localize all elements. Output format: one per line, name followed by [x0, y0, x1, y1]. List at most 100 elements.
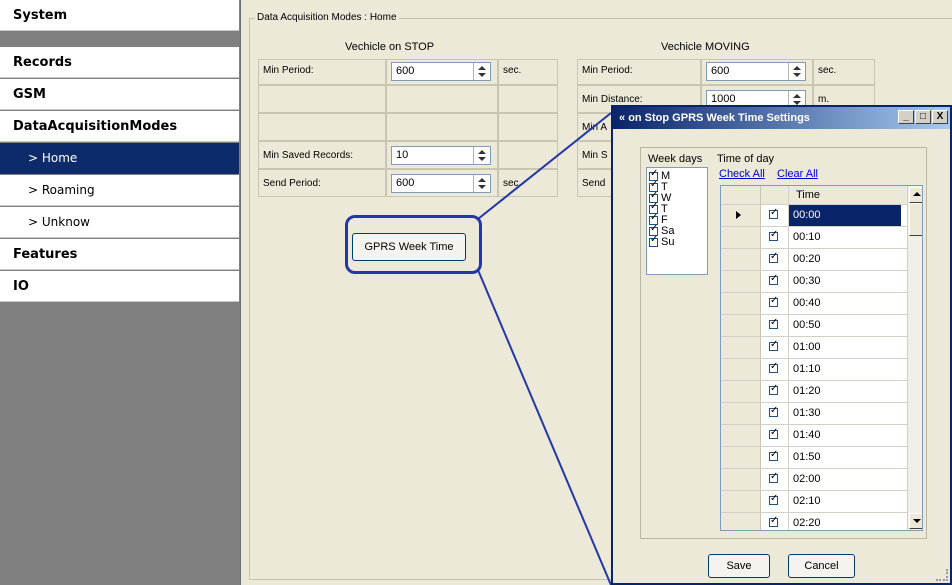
time-checkbox-cell[interactable] [761, 205, 789, 226]
time-checkbox-cell[interactable] [761, 469, 789, 490]
checkbox-icon[interactable] [769, 427, 778, 439]
row-header-cell[interactable] [721, 447, 761, 468]
checkbox-icon[interactable] [769, 295, 778, 307]
row-header-cell[interactable] [721, 381, 761, 402]
dialog-title: on Stop GPRS Week Time Settings [628, 112, 810, 124]
time-row[interactable]: 00:30 [721, 271, 907, 293]
time-row[interactable]: 00:50 [721, 315, 907, 337]
time-value: 02:00 [793, 473, 821, 485]
checkbox-icon[interactable] [769, 493, 778, 505]
week-days-list: M T W T F Sa Su [646, 167, 708, 275]
time-value: 01:40 [793, 429, 821, 441]
time-row[interactable]: 02:20 [721, 513, 907, 530]
checkbox-icon[interactable] [769, 251, 778, 263]
time-checkbox-cell[interactable] [761, 293, 789, 314]
checkbox-icon[interactable] [769, 471, 778, 483]
row-header-cell[interactable] [721, 337, 761, 358]
scroll-up-icon[interactable] [909, 187, 922, 203]
callout-line-bottom [477, 269, 612, 585]
time-checkbox-cell[interactable] [761, 513, 789, 530]
checkbox-icon[interactable] [769, 405, 778, 417]
resize-grip-icon[interactable] [936, 569, 948, 581]
time-value: 01:20 [793, 385, 821, 397]
time-row[interactable]: 01:20 [721, 381, 907, 403]
row-header-cell [721, 186, 761, 204]
time-value: 00:30 [793, 275, 821, 287]
weekday-label: Su [661, 236, 675, 248]
time-row[interactable]: 01:00 [721, 337, 907, 359]
row-header-cell[interactable] [721, 315, 761, 336]
checkbox-icon[interactable] [769, 273, 778, 285]
current-row-arrow-icon[interactable] [721, 205, 761, 226]
row-header-cell[interactable] [721, 425, 761, 446]
checkbox-icon[interactable] [769, 361, 778, 373]
time-row[interactable]: 00:20 [721, 249, 907, 271]
time-checkbox-cell[interactable] [761, 315, 789, 336]
time-row[interactable]: 00:10 [721, 227, 907, 249]
row-header-cell[interactable] [721, 227, 761, 248]
time-value: 01:10 [793, 363, 821, 375]
time-value: 00:50 [793, 319, 821, 331]
time-value: 00:40 [793, 297, 821, 309]
row-header-cell[interactable] [721, 359, 761, 380]
checkbox-icon[interactable] [769, 317, 778, 329]
check-header-cell [761, 186, 789, 204]
minimize-button[interactable]: _ [898, 110, 914, 124]
time-value: 01:00 [793, 341, 821, 353]
time-checkbox-cell[interactable] [761, 403, 789, 424]
time-value: 01:30 [793, 407, 821, 419]
time-value: 02:20 [793, 517, 821, 529]
time-checkbox-cell[interactable] [761, 447, 789, 468]
time-checkbox-cell[interactable] [761, 337, 789, 358]
check-all-link[interactable]: Check All [719, 168, 765, 180]
time-row[interactable]: 01:30 [721, 403, 907, 425]
row-header-cell[interactable] [721, 469, 761, 490]
dialog-icon: « [619, 112, 626, 124]
time-column-header[interactable]: Time [796, 186, 820, 204]
save-button[interactable]: Save [708, 554, 770, 578]
time-value: 01:50 [793, 451, 821, 463]
checkbox-icon[interactable] [769, 515, 778, 527]
time-grid-header: Time [721, 186, 907, 205]
time-checkbox-cell[interactable] [761, 249, 789, 270]
row-header-cell[interactable] [721, 271, 761, 292]
vertical-scrollbar[interactable] [907, 186, 922, 530]
time-row[interactable]: 00:00 [721, 205, 907, 227]
row-header-cell[interactable] [721, 403, 761, 424]
checkbox-icon[interactable] [769, 449, 778, 461]
close-button[interactable]: X [932, 110, 948, 124]
row-header-cell[interactable] [721, 491, 761, 512]
checkbox-icon[interactable] [769, 207, 778, 219]
maximize-button[interactable]: □ [915, 110, 931, 124]
time-of-day-title: Time of day [717, 153, 775, 165]
checkbox-icon[interactable] [769, 339, 778, 351]
time-checkbox-cell[interactable] [761, 359, 789, 380]
checkbox-icon[interactable] [769, 229, 778, 241]
time-row[interactable]: 02:10 [721, 491, 907, 513]
time-checkbox-cell[interactable] [761, 491, 789, 512]
row-header-cell[interactable] [721, 513, 761, 530]
row-header-cell[interactable] [721, 293, 761, 314]
time-row[interactable]: 01:10 [721, 359, 907, 381]
scroll-down-icon[interactable] [909, 513, 922, 529]
callout-line-top [477, 112, 612, 220]
clear-all-link[interactable]: Clear All [777, 168, 818, 180]
week-days-title: Week days [648, 153, 703, 165]
time-value: 02:10 [793, 495, 821, 507]
checkbox-icon[interactable] [649, 235, 658, 247]
time-row[interactable]: 01:50 [721, 447, 907, 469]
time-checkbox-cell[interactable] [761, 227, 789, 248]
cancel-button[interactable]: Cancel [788, 554, 855, 578]
time-value: 00:10 [793, 231, 821, 243]
time-checkbox-cell[interactable] [761, 425, 789, 446]
checkbox-icon[interactable] [769, 383, 778, 395]
weekday-item[interactable]: Su [649, 235, 675, 248]
row-header-cell[interactable] [721, 249, 761, 270]
time-row[interactable]: 01:40 [721, 425, 907, 447]
time-grid: Time 00:00 00:10 00:20 00:30 00:40 00:50 01:00… [720, 185, 923, 531]
time-row[interactable]: 00:40 [721, 293, 907, 315]
scroll-thumb[interactable] [909, 203, 922, 236]
time-checkbox-cell[interactable] [761, 271, 789, 292]
time-checkbox-cell[interactable] [761, 381, 789, 402]
time-row[interactable]: 02:00 [721, 469, 907, 491]
